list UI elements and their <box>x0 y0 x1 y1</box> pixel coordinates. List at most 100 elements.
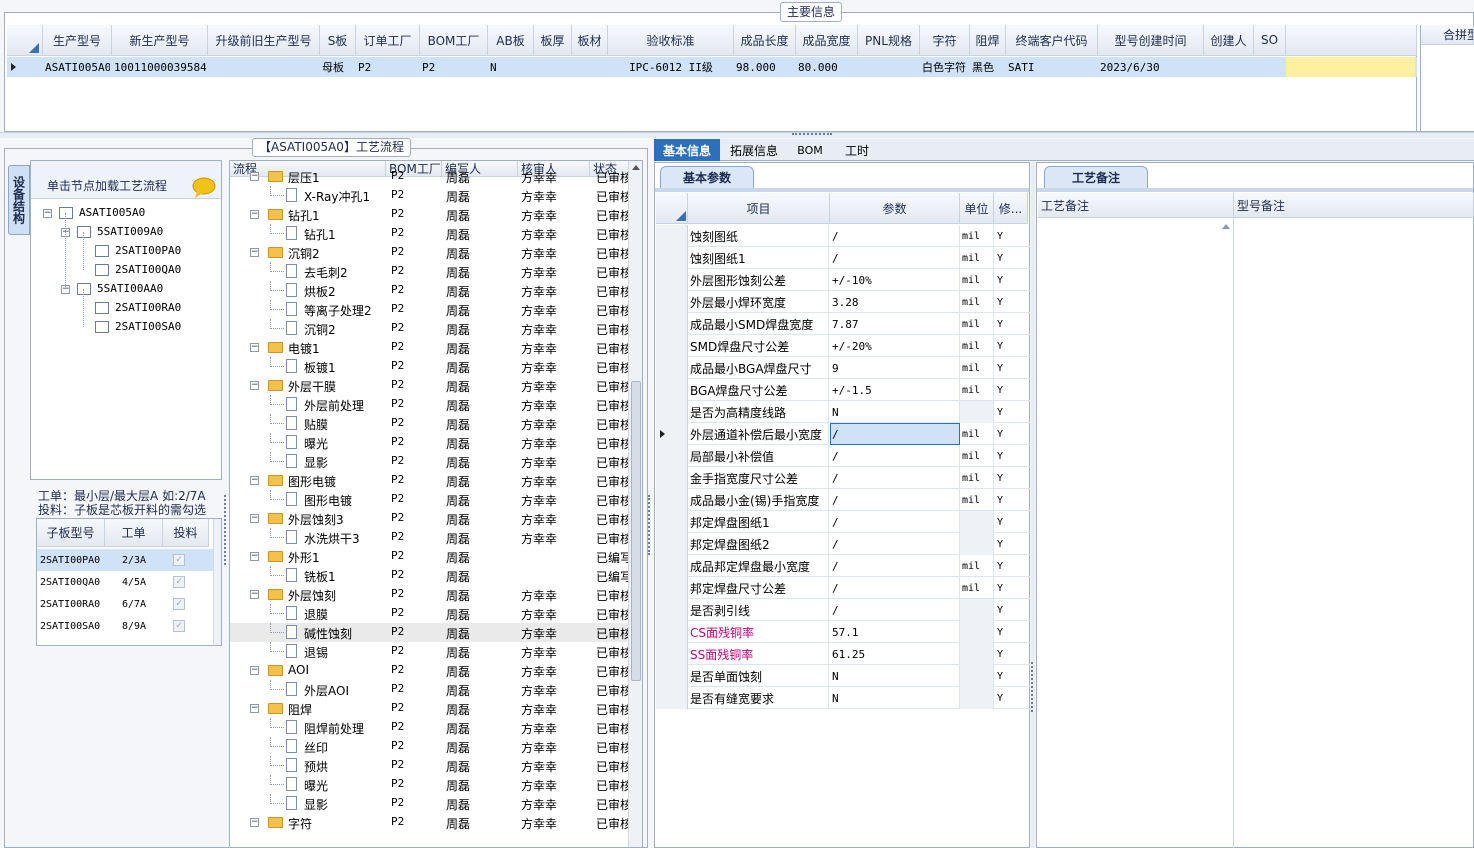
top-cell[interactable] <box>210 57 318 77</box>
feed-checkbox[interactable]: ✓ <box>173 593 193 615</box>
flow-row[interactable]: 板镀1 P2 周磊 方幸幸 已审核 <box>230 357 642 376</box>
top-cell[interactable]: 80.000 <box>798 57 856 77</box>
top-cell[interactable] <box>536 57 570 77</box>
flow-row[interactable]: − 阻焊 P2 周磊 方幸幸 已审核 <box>230 699 642 718</box>
param-value[interactable]: 9 <box>830 357 960 379</box>
flow-row[interactable]: − 外层蚀刻3 P2 周磊 方幸幸 已审核 <box>230 509 642 528</box>
top-col-header[interactable]: 新生产型号 <box>112 25 208 56</box>
collapse-detail-icon[interactable] <box>648 495 652 555</box>
top-cell[interactable]: 黑色 <box>972 57 1004 77</box>
param-row[interactable]: 蚀刻图纸1/mil Y <box>656 247 1030 269</box>
param-value[interactable]: +/-20% <box>830 335 960 357</box>
sub-board-row[interactable]: 2SATI00QA0 4/5A ✓ <box>37 571 221 593</box>
structure-node[interactable]: −5SATI00AA0 <box>31 280 221 299</box>
top-cell[interactable]: 母板 <box>322 57 354 77</box>
param-row[interactable]: 是否为高精度线路 N Y <box>656 401 1030 423</box>
param-row[interactable]: 是否有缝宽要求 N Y <box>656 687 1030 709</box>
param-value[interactable]: / <box>830 247 960 269</box>
top-col-header[interactable]: 生产型号 <box>43 25 112 56</box>
scroll-up-icon[interactable] <box>632 165 640 170</box>
param-col-header-value[interactable]: 参数 <box>830 193 960 224</box>
top-col-header[interactable]: 订单工厂 <box>356 25 420 56</box>
structure-node[interactable]: −5SATI009A0 <box>31 223 221 242</box>
structure-node[interactable]: 2SATI00SA0 <box>31 318 221 337</box>
subtab-basic-params[interactable]: 基本参数 <box>660 166 754 188</box>
highlight-cell[interactable] <box>1286 57 1415 77</box>
param-value[interactable]: / <box>830 489 960 511</box>
param-row[interactable]: 外层最小焊环宽度 3.28 mil Y <box>656 291 1030 313</box>
param-row[interactable]: SS面残铜率 61.25 Y <box>656 643 1030 665</box>
side-tab-device-structure[interactable]: 设备结构 <box>8 165 30 235</box>
flow-row[interactable]: 铣板1 P2 周磊 已编写 <box>230 566 642 585</box>
top-cell[interactable]: 10011000039584 <box>114 57 206 77</box>
tab-basic-info[interactable]: 基本信息 <box>654 139 720 161</box>
top-col-header[interactable]: 型号创建时间 <box>1098 25 1204 56</box>
top-col-header[interactable]: BOM工厂 <box>420 25 488 56</box>
flow-row[interactable]: 烘板2 P2 周磊 方幸幸 已审核 <box>230 281 642 300</box>
top-col-header[interactable]: 验收标准 <box>608 25 734 56</box>
flow-row[interactable]: 去毛刺2 P2 周磊 方幸幸 已审核 <box>230 262 642 281</box>
top-cell[interactable]: 2023/6/30 <box>1100 57 1202 77</box>
flow-row[interactable]: 碱性蚀刻 P2 周磊 方幸幸 已审核 <box>230 623 642 642</box>
expand-toggle-icon[interactable]: − <box>250 818 259 827</box>
param-value[interactable]: 3.28 <box>830 291 960 313</box>
top-cell[interactable] <box>860 57 918 77</box>
param-value[interactable]: +/-10% <box>830 269 960 291</box>
param-value[interactable]: 7.87 <box>830 313 960 335</box>
flow-row[interactable]: 曝光 P2 周磊 方幸幸 已审核 <box>230 433 642 452</box>
expand-toggle-icon[interactable]: − <box>250 552 259 561</box>
top-cell[interactable]: ASATI005A0 <box>45 57 110 77</box>
structure-node[interactable]: 2SATI00RA0 <box>31 299 221 318</box>
param-value[interactable]: / <box>830 225 960 247</box>
top-col-header[interactable]: SO <box>1254 25 1286 56</box>
remarks-scroll-up-icon[interactable] <box>1222 224 1230 229</box>
sub-table-scrollbar[interactable] <box>213 519 221 645</box>
top-col-header[interactable]: 字符 <box>920 25 970 56</box>
flow-row[interactable]: 退锡 P2 周磊 方幸幸 已审核 <box>230 642 642 661</box>
params-grid[interactable]: 项目 参数 单位 修... 蚀刻图纸 / mil Y 蚀刻图纸1/mil Y 外层图形蚀刻公… <box>656 193 1030 713</box>
expand-toggle-icon[interactable]: − <box>250 514 259 523</box>
param-value[interactable]: N <box>830 687 960 709</box>
top-col-header[interactable]: 板厚 <box>534 25 572 56</box>
flow-row[interactable]: − AOI P2 周磊 方幸幸 已审核 <box>230 661 642 680</box>
top-cell[interactable]: IPC-6012 II级 <box>610 57 732 77</box>
top-col-header[interactable]: 成品长度 <box>734 25 796 56</box>
param-value[interactable]: / <box>830 511 960 533</box>
top-col-header[interactable]: 创建人 <box>1204 25 1254 56</box>
expand-toggle-icon[interactable]: − <box>250 704 259 713</box>
flow-row[interactable]: 曝光 P2 周磊 方幸幸 已审核 <box>230 775 642 794</box>
flow-row[interactable]: 沉铜2 P2 周磊 方幸幸 已审核 <box>230 319 642 338</box>
top-cell[interactable]: N <box>490 57 532 77</box>
sub-col-header-order[interactable]: 工单 <box>105 519 163 547</box>
param-value[interactable]: / <box>830 445 960 467</box>
flow-row[interactable]: − 外层蚀刻 P2 周磊 方幸幸 已审核 <box>230 585 642 604</box>
param-row[interactable]: 局部最小补偿值 / mil Y <box>656 445 1030 467</box>
structure-node[interactable]: 2SATI00QA0 <box>31 261 221 280</box>
flow-row[interactable]: 水洗烘干3 P2 周磊 方幸幸 已审核 <box>230 528 642 547</box>
flow-row[interactable]: 等离子处理2 P2 周磊 方幸幸 已审核 <box>230 300 642 319</box>
flow-row[interactable]: − 图形电镀 P2 周磊 方幸幸 已审核 <box>230 471 642 490</box>
top-cell[interactable]: P2 <box>422 57 486 77</box>
param-value[interactable]: 57.1 <box>830 621 960 643</box>
top-cell[interactable] <box>1206 57 1252 77</box>
flow-row[interactable]: 显影 P2 周磊 方幸幸 已审核 <box>230 794 642 813</box>
flow-row[interactable]: 丝印 P2 周磊 方幸幸 已审核 <box>230 737 642 756</box>
feed-checkbox[interactable]: ✓ <box>173 549 193 571</box>
main-info-grid[interactable]: 生产型号 新生产型号 升级前旧生产型号 S板 订单工厂 BOM工厂 AB板 板厚 板材 验收标准成… <box>7 25 1417 131</box>
flow-row[interactable]: − 外层干膜 P2 周磊 方幸幸 已审核 <box>230 376 642 395</box>
expand-toggle-icon[interactable]: − <box>250 248 259 257</box>
flow-row[interactable]: − 沉铜2 P2 周磊 方幸幸 已审核 <box>230 243 642 262</box>
sub-board-row[interactable]: 2SATI00PA0 2/3A ✓ <box>37 549 221 571</box>
flow-row[interactable]: 阻焊前处理 P2 周磊 方幸幸 已审核 <box>230 718 642 737</box>
flow-row[interactable]: 显影 P2 周磊 方幸幸 已审核 <box>230 452 642 471</box>
flow-row[interactable]: − 层压1 P2 周磊 方幸幸 已审核 <box>230 167 642 186</box>
param-value[interactable]: +/-1.5 <box>830 379 960 401</box>
process-flow-grid[interactable]: 流程BOM工厂编写人核审人状态 −层压1P2周磊方幸幸已审核X-Ray冲孔1P2… <box>229 160 643 848</box>
param-row[interactable]: 是否单面蚀刻 N Y <box>656 665 1030 687</box>
param-value[interactable]: N <box>830 665 960 687</box>
flow-scrollbar[interactable] <box>628 161 642 847</box>
param-value[interactable]: / <box>830 599 960 621</box>
expand-toggle-icon[interactable]: − <box>250 590 259 599</box>
sub-col-header-model[interactable]: 子板型号 <box>37 519 105 547</box>
top-col-header[interactable]: 阻焊 <box>970 25 1006 56</box>
